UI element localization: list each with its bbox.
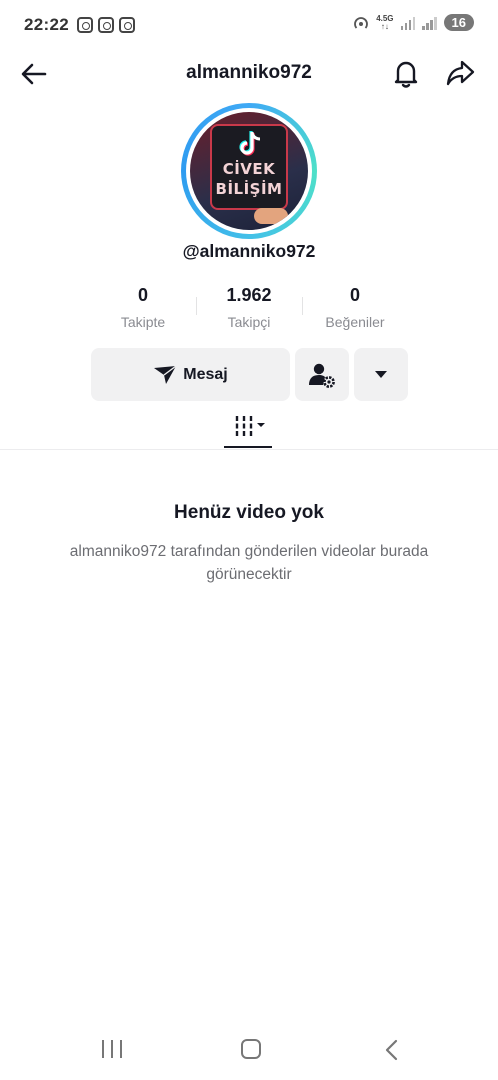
hotspot-icon — [354, 16, 369, 29]
message-button[interactable]: Mesaj — [91, 348, 290, 401]
status-right: 4.5G ↑↓ 16 — [353, 14, 474, 31]
notification-bell-button[interactable] — [390, 56, 422, 90]
empty-state-description: almanniko972 tarafından gönderilen video… — [69, 543, 429, 583]
username-handle: @almanniko972 — [182, 241, 316, 261]
follow-settings-button[interactable] — [295, 348, 349, 401]
system-navigation-bar — [0, 1024, 498, 1080]
notification-icons — [76, 17, 135, 33]
brand-logo: CİVEK BİLİŞİM — [210, 124, 288, 210]
status-bar: 22:22 4.5G ↑↓ 16 — [0, 0, 498, 50]
divider — [0, 449, 498, 450]
stat-label: Takipçi — [227, 314, 271, 330]
stat-value: 0 — [349, 285, 360, 305]
caret-down-icon — [375, 370, 387, 378]
suggested-accounts-dropdown[interactable] — [354, 348, 408, 401]
battery-indicator: 16 — [443, 14, 474, 31]
instagram-icon — [76, 17, 93, 33]
bell-icon — [394, 61, 418, 88]
stat-followers[interactable]: 1.962 Takipçi — [196, 285, 302, 335]
tiktok-icon — [239, 131, 261, 156]
system-back-button[interactable] — [382, 1038, 402, 1062]
stat-value: 1.962 — [226, 285, 272, 305]
stat-following[interactable]: 0 Takipte — [90, 285, 196, 335]
avatar-image: CİVEK BİLİŞİM — [190, 112, 308, 230]
tab-videos[interactable] — [224, 412, 272, 448]
share-button[interactable] — [444, 56, 476, 90]
chevron-left-icon — [385, 1039, 398, 1061]
stat-label: Takipte — [120, 314, 166, 330]
avatar[interactable]: CİVEK BİLİŞİM — [181, 103, 317, 239]
stat-label: Beğeniler — [325, 314, 385, 330]
profile-actions: Mesaj — [91, 348, 408, 401]
user-settings-icon — [309, 363, 335, 388]
signal-icon — [400, 16, 416, 30]
stat-value: 0 — [137, 285, 148, 305]
recent-apps-button[interactable] — [102, 1040, 122, 1058]
share-arrow-icon — [446, 60, 475, 86]
hand-graphic — [254, 208, 288, 224]
network-type: 4.5G ↑↓ — [376, 13, 394, 31]
instagram-icon — [118, 17, 135, 33]
empty-state-title: Henüz video yok — [174, 502, 324, 523]
profile-stats: 0 Takipte 1.962 Takipçi 0 Beğeniler — [90, 285, 408, 335]
status-time: 22:22 — [24, 15, 69, 34]
message-button-label: Mesaj — [183, 365, 228, 383]
header: almanniko972 — [0, 50, 498, 96]
home-button[interactable] — [241, 1039, 261, 1059]
logo-text: CİVEK — [222, 160, 276, 178]
page-title: almanniko972 — [186, 62, 312, 83]
tab-indicator — [224, 446, 272, 448]
stat-likes[interactable]: 0 Beğeniler — [302, 285, 408, 335]
logo-text: BİLİŞİM — [215, 180, 283, 198]
send-icon — [154, 364, 177, 384]
grid-menu-icon — [235, 416, 265, 436]
screenshot-icon — [97, 17, 114, 33]
signal-icon — [422, 16, 437, 30]
